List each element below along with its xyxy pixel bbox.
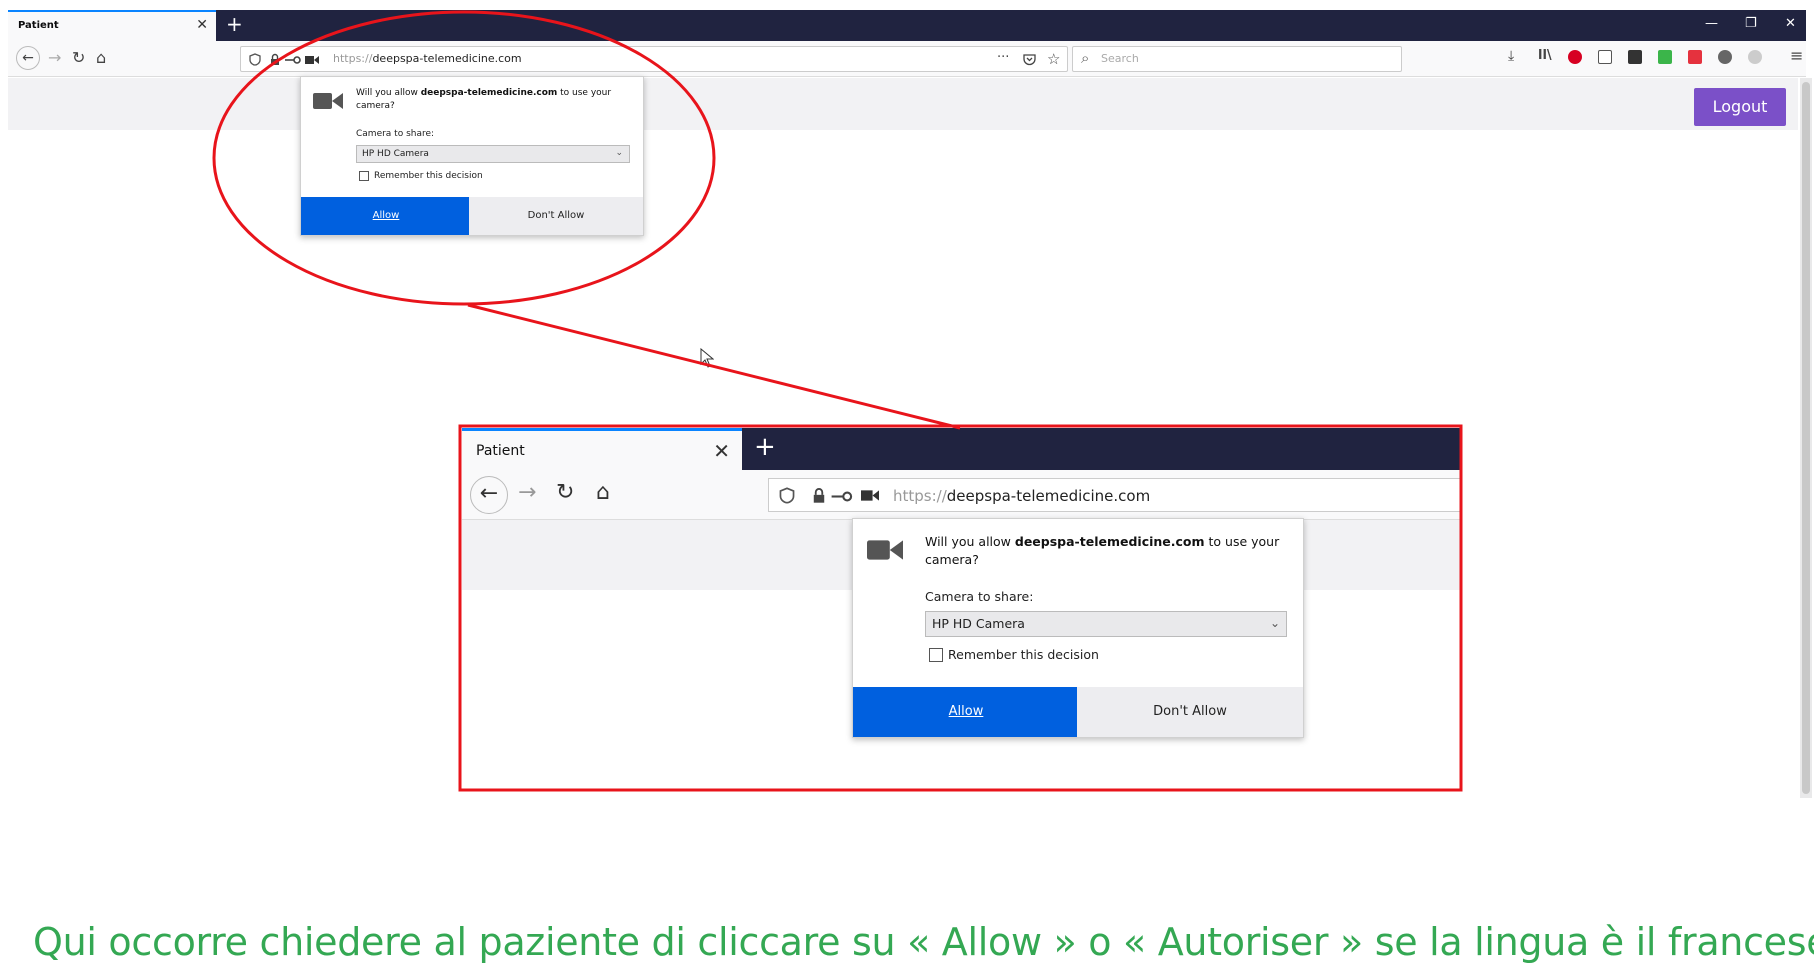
- window-close-icon[interactable]: ✕: [1785, 16, 1796, 31]
- close-icon[interactable]: ✕: [713, 439, 730, 463]
- camera-permission-icon[interactable]: [305, 55, 319, 65]
- remember-decision[interactable]: Remember this decision: [929, 647, 1099, 662]
- remember-decision[interactable]: Remember this decision: [359, 171, 483, 181]
- search-bar[interactable]: ⌕ Search: [1072, 46, 1402, 72]
- reload-icon[interactable]: ↻: [556, 480, 574, 505]
- forward-icon[interactable]: →: [518, 480, 536, 505]
- extension-green-icon[interactable]: [1658, 50, 1672, 64]
- url-text: https://deepspa-telemedicine.com: [893, 487, 1151, 505]
- navigation-toolbar: ← → ↻ ⌂ https://deepspa-telemedicine.com…: [8, 41, 1806, 77]
- tab-title: Patient: [18, 20, 59, 31]
- home-icon[interactable]: ⌂: [96, 48, 106, 67]
- extension-red-icon[interactable]: [1688, 50, 1702, 64]
- scrollbar-thumb[interactable]: [1802, 82, 1810, 794]
- camera-icon: [313, 93, 343, 109]
- url-bar[interactable]: https://deepspa-telemedicine.com ··· ☆: [240, 46, 1068, 72]
- tab-strip: Patient ✕ + — ❐ ✕: [8, 10, 1806, 41]
- zoom-tab-strip: Patient ✕ +: [462, 428, 1461, 470]
- camera-select[interactable]: HP HD Camera ⌄: [925, 611, 1287, 637]
- home-icon[interactable]: ⌂: [596, 480, 610, 505]
- camera-permission-popup: Will you allow deepspa-telemedicine.com …: [300, 76, 644, 236]
- bookmark-star-icon[interactable]: ☆: [1047, 50, 1060, 68]
- download-icon[interactable]: ⤓: [1508, 48, 1514, 64]
- mouse-cursor-icon: [700, 348, 714, 368]
- url-text: https://deepspa-telemedicine.com: [333, 52, 522, 65]
- dont-allow-button[interactable]: Don't Allow: [469, 197, 643, 235]
- reader-icon[interactable]: [1598, 50, 1612, 64]
- close-icon[interactable]: ✕: [196, 17, 208, 33]
- new-tab-icon[interactable]: +: [754, 432, 776, 462]
- reload-icon[interactable]: ↻: [72, 48, 85, 67]
- extension-grey-icon[interactable]: [1718, 50, 1732, 64]
- permission-key-icon[interactable]: [285, 55, 301, 65]
- search-icon: ⌕: [1081, 49, 1090, 67]
- camera-icon: [867, 540, 903, 560]
- chevron-down-icon: ⌄: [615, 148, 623, 158]
- new-tab-icon[interactable]: +: [226, 12, 243, 36]
- chevron-down-icon: ⌄: [1269, 616, 1280, 630]
- camera-permission-popup-zoomed: Will you allow deepspa-telemedicine.com …: [852, 518, 1304, 738]
- tab-patient[interactable]: Patient ✕: [8, 10, 216, 41]
- page-header: [8, 78, 1798, 130]
- permission-question: Will you allow deepspa-telemedicine.com …: [356, 88, 612, 112]
- minimize-icon[interactable]: —: [1705, 16, 1718, 31]
- zoom-url-bar[interactable]: https://deepspa-telemedicine.com: [768, 478, 1461, 512]
- search-placeholder: Search: [1101, 52, 1139, 65]
- shield-icon[interactable]: [249, 53, 261, 66]
- library-icon[interactable]: ll\: [1538, 48, 1552, 63]
- zoomed-browser-view: Patient ✕ + ← → ↻ ⌂ https://deepspa-tele…: [462, 428, 1461, 790]
- shield-icon[interactable]: [779, 487, 795, 504]
- lock-icon[interactable]: [811, 487, 827, 504]
- remember-checkbox[interactable]: [929, 647, 943, 662]
- dont-allow-button[interactable]: Don't Allow: [1077, 687, 1303, 737]
- extension-light-icon[interactable]: [1748, 50, 1762, 64]
- camera-select-label: Camera to share:: [925, 589, 1034, 604]
- lock-icon[interactable]: [269, 53, 281, 66]
- allow-button[interactable]: Allow: [301, 197, 471, 235]
- restore-icon[interactable]: ❐: [1745, 16, 1757, 31]
- page-actions-icon[interactable]: ···: [997, 50, 1009, 65]
- permission-question: Will you allow deepspa-telemedicine.com …: [925, 534, 1280, 568]
- zoom-tab-title: Patient: [476, 443, 525, 459]
- extension-dark-icon[interactable]: [1628, 50, 1642, 64]
- camera-select[interactable]: HP HD Camera ⌄: [356, 145, 630, 163]
- instruction-caption: Qui occorre chiedere al paziente di clic…: [33, 920, 1814, 964]
- allow-button[interactable]: Allow: [853, 687, 1079, 737]
- zoom-navigation-toolbar: ← → ↻ ⌂ https://deepspa-telemedicine.com: [462, 470, 1461, 520]
- zoom-tab-patient[interactable]: Patient ✕: [462, 428, 742, 470]
- remember-checkbox[interactable]: [359, 171, 369, 181]
- pocket-icon[interactable]: [1023, 53, 1036, 66]
- screenshot-stage: Patient ✕ + — ❐ ✕ ← → ↻ ⌂ https://deepsp…: [0, 0, 1814, 976]
- permission-key-icon[interactable]: [831, 490, 853, 503]
- back-icon[interactable]: ←: [16, 46, 40, 70]
- back-icon[interactable]: ←: [470, 476, 508, 514]
- logout-button[interactable]: Logout: [1694, 88, 1786, 126]
- forward-icon[interactable]: →: [48, 48, 61, 67]
- page-scrollbar[interactable]: [1800, 78, 1812, 798]
- connector-line: [467, 303, 961, 430]
- camera-permission-icon[interactable]: [861, 489, 879, 502]
- adblock-icon[interactable]: [1568, 50, 1582, 64]
- menu-icon[interactable]: ≡: [1790, 46, 1803, 65]
- camera-select-label: Camera to share:: [356, 129, 435, 139]
